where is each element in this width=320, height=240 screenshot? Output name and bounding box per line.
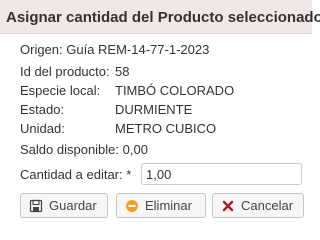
state-row: Estado: DURMIENTE xyxy=(20,102,192,117)
unit-value: METRO CUBICO xyxy=(115,121,217,136)
save-button-label: Guardar xyxy=(49,198,97,213)
delete-button-label: Eliminar xyxy=(145,198,192,213)
delete-button[interactable]: Eliminar xyxy=(116,193,206,218)
origin-text: Origen: Guía REM-14-77-1-2023 xyxy=(20,42,210,57)
state-label: Estado: xyxy=(20,102,65,117)
minus-circle-icon xyxy=(125,199,139,213)
unit-row: Unidad: METRO CUBICO xyxy=(20,121,216,136)
product-id-row: Id del producto: 58 xyxy=(20,64,129,79)
species-label: Especie local: xyxy=(20,83,101,98)
unit-label: Unidad: xyxy=(20,121,65,136)
species-value: TIMBÓ COLORADO xyxy=(115,83,235,98)
state-value: DURMIENTE xyxy=(115,102,193,117)
floppy-disk-icon xyxy=(29,199,43,213)
cancel-button[interactable]: Cancelar xyxy=(212,193,304,218)
product-id-value: 58 xyxy=(115,64,130,79)
balance-text: Saldo disponible: 0,00 xyxy=(20,142,148,157)
product-id-label: Id del producto: xyxy=(20,64,110,79)
dialog-title: Asignar cantidad del Producto selecciona… xyxy=(6,9,320,26)
close-x-icon xyxy=(221,199,235,213)
save-button[interactable]: Guardar xyxy=(20,193,108,218)
quantity-label: Cantidad a editar: * xyxy=(20,167,132,182)
assign-quantity-dialog: Asignar cantidad del Producto selecciona… xyxy=(0,0,320,228)
cancel-button-label: Cancelar xyxy=(241,198,294,213)
species-row: Especie local: TIMBÓ COLORADO xyxy=(20,83,234,98)
dialog-titlebar: Asignar cantidad del Producto selecciona… xyxy=(0,0,320,34)
quantity-input[interactable] xyxy=(141,163,302,185)
